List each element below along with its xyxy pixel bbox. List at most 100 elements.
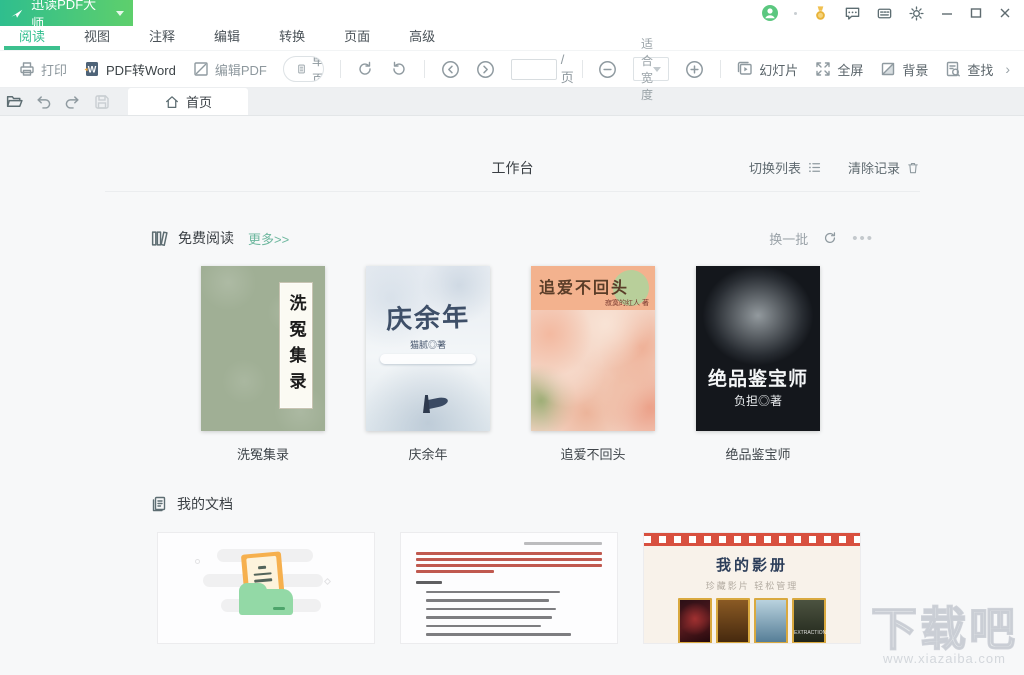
zoom-out-button[interactable]: [598, 60, 617, 79]
book-title-label[interactable]: 绝品鉴宝师: [725, 444, 790, 463]
prev-page-button[interactable]: [441, 60, 460, 79]
menu-tab-convert[interactable]: 转换: [264, 26, 320, 50]
more-options-ellipsis[interactable]: •••: [852, 230, 874, 247]
fullscreen-icon: [816, 62, 831, 76]
menu-tab-edit[interactable]: 编辑: [199, 26, 255, 50]
next-page-button[interactable]: [476, 60, 495, 79]
book-qingyunian[interactable]: 庆余年 猫腻◎著 庆余年: [366, 266, 490, 463]
slideshow-icon: [738, 61, 752, 75]
menu-tab-read[interactable]: 阅读: [4, 26, 61, 50]
rotate-cw-button[interactable]: [356, 60, 374, 78]
medal-icon[interactable]: [812, 5, 829, 22]
bookshelf-icon: [151, 230, 168, 246]
book-zhuaibuhuitou[interactable]: 追爱不回头 寂寞的红人 著 追爱不回头: [531, 266, 655, 463]
document-card-album[interactable]: 我的影册 珍藏影片 轻松管理 EXTRACTION: [643, 532, 861, 644]
menu-tab-page[interactable]: 页面: [329, 26, 385, 50]
refresh-icon[interactable]: [822, 230, 838, 246]
cover-author: 负担◎著: [733, 394, 782, 408]
slideshow-button[interactable]: 幻灯片: [736, 60, 798, 79]
menu-tab-annotate[interactable]: 注释: [134, 26, 190, 50]
open-file-button[interactable]: [0, 88, 29, 115]
edit-pencil-icon: [194, 62, 208, 76]
toolbar-overflow-chevron[interactable]: ›: [1001, 61, 1014, 77]
menu-tab-advanced[interactable]: 高级: [394, 26, 450, 50]
page-number-input[interactable]: [510, 58, 557, 80]
cover-author: 猫腻◎著: [409, 340, 446, 350]
single-page-button[interactable]: 单页: [284, 57, 323, 81]
redo-button[interactable]: [58, 88, 87, 115]
poster-1: [678, 598, 712, 643]
watermark-text: 下载吧: [870, 603, 1018, 655]
rotate-ccw-button[interactable]: [390, 60, 408, 78]
zoom-mode-select[interactable]: 适合宽度: [633, 37, 670, 102]
app-menu-button[interactable]: 迅读PDF大师: [0, 0, 133, 31]
user-avatar[interactable]: [761, 4, 779, 22]
empty-folder-illustration: [195, 549, 332, 629]
edit-pdf-button[interactable]: 编辑PDF: [192, 60, 267, 79]
print-button[interactable]: 打印: [18, 60, 67, 79]
book-xiyuanjilu[interactable]: 洗冤集录 洗冤集录: [201, 266, 325, 463]
chevron-down-icon: [653, 66, 662, 72]
background-icon: [882, 62, 895, 76]
menu-bar: 阅读 视图 注释 编辑 转换 页面 高级: [0, 26, 1024, 50]
book-title-label[interactable]: 洗冤集录: [237, 444, 289, 463]
book-cover[interactable]: 庆余年 猫腻◎著: [366, 266, 490, 431]
minimize-button[interactable]: [940, 6, 954, 20]
background-button[interactable]: 背景: [879, 60, 928, 79]
word-doc-icon: W: [84, 62, 99, 76]
zoom-in-icon: [686, 60, 703, 78]
clear-records-button[interactable]: 清除记录: [848, 158, 920, 177]
switch-list-button[interactable]: 切换列表: [749, 158, 822, 177]
free-reading-header: 免费阅读 更多>> 换一批 •••: [150, 228, 874, 248]
watermark-url: www.xiazaiba.com: [883, 650, 1006, 666]
cover-author: 寂寞的红人 著: [605, 300, 649, 307]
settings-gear-icon[interactable]: [908, 5, 925, 22]
save-button[interactable]: [87, 88, 116, 115]
fullscreen-button[interactable]: 全屏: [814, 60, 863, 79]
documents-icon: [152, 496, 166, 512]
menu-tab-view[interactable]: 视图: [69, 26, 125, 50]
free-reading-title: 免费阅读: [178, 230, 234, 246]
document-card-empty[interactable]: [157, 532, 375, 644]
card-icon[interactable]: [876, 5, 893, 22]
redo-icon: [65, 96, 79, 109]
book-juepinjianbaoshi[interactable]: 绝品鉴宝师 负担◎著 绝品鉴宝师: [696, 266, 820, 463]
undo-icon: [37, 96, 51, 109]
my-documents-header: 我的文档: [150, 494, 233, 514]
find-icon: [947, 61, 961, 77]
toolbar: 打印 W PDF转Word 编辑PDF 单页 双页: [0, 37, 1024, 102]
my-documents-title: 我的文档: [177, 496, 233, 512]
poster-2: [716, 598, 750, 643]
book-cover[interactable]: 绝品鉴宝师 负担◎著: [696, 266, 820, 431]
document-tabstrip: 首页: [0, 88, 1024, 116]
poster-4: EXTRACTION: [792, 598, 826, 643]
undo-button[interactable]: [29, 88, 58, 115]
book-cover[interactable]: 追爱不回头 寂寞的红人 著: [531, 266, 655, 431]
pdf-to-word-button[interactable]: W PDF转Word: [83, 60, 176, 79]
movie-posters: EXTRACTION: [644, 598, 860, 643]
book-title-label[interactable]: 庆余年: [408, 444, 447, 463]
folder-open-icon: [6, 96, 23, 107]
maximize-button[interactable]: [969, 6, 983, 20]
book-title-label[interactable]: 追爱不回头: [560, 444, 625, 463]
workspace-header: 工作台 切换列表 清除记录: [105, 158, 920, 192]
refresh-batch-label[interactable]: 换一批: [769, 229, 808, 248]
messages-icon[interactable]: [844, 5, 861, 22]
zoom-out-icon: [599, 60, 616, 78]
trash-icon: [908, 162, 918, 173]
rotate-ccw-icon: [393, 61, 406, 75]
cover-title: 洗冤集录: [285, 293, 306, 398]
book-cover[interactable]: 洗冤集录: [201, 266, 325, 431]
app-logo-icon: [11, 9, 23, 18]
more-link[interactable]: 更多>>: [248, 229, 289, 248]
album-subtitle: 珍藏影片 轻松管理: [705, 581, 799, 591]
cover-title: 庆余年: [385, 302, 471, 336]
find-button[interactable]: 查找: [944, 60, 993, 79]
document-card-text[interactable]: [400, 532, 618, 644]
document-preview: [401, 533, 617, 643]
list-icon: [809, 162, 821, 173]
close-button[interactable]: [998, 6, 1012, 20]
tab-home[interactable]: 首页: [128, 88, 248, 115]
separator-dot-icon: [794, 11, 797, 15]
zoom-in-button[interactable]: [685, 60, 704, 79]
